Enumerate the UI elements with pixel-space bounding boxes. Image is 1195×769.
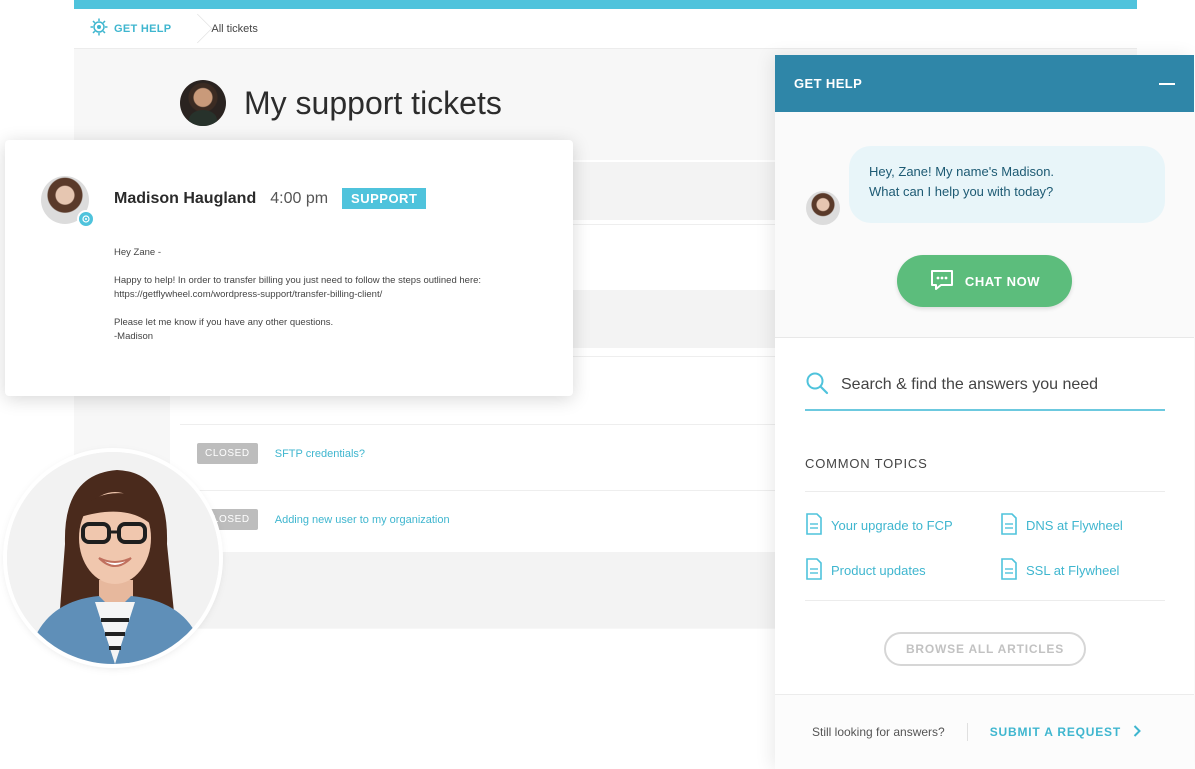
ticket-title-link[interactable]: SFTP credentials?	[275, 448, 365, 460]
document-icon	[1000, 512, 1018, 539]
breadcrumb: GET HELP All tickets	[74, 9, 1137, 49]
get-help-panel: GET HELP Hey, Zane! My name's Madison. W…	[775, 55, 1194, 769]
table-row[interactable]: CLOSED Adding new user to my organizatio…	[180, 490, 775, 548]
message-author: Madison Haugland	[114, 189, 257, 207]
flywheel-badge-icon	[77, 210, 95, 228]
submit-request-link[interactable]: SUBMIT A REQUEST	[989, 724, 1141, 740]
help-panel-header: GET HELP	[775, 55, 1194, 112]
search-bar[interactable]	[805, 361, 1165, 411]
document-icon	[1000, 557, 1018, 584]
message-line: Please let me know if you have any other…	[114, 317, 334, 328]
agent-photo	[7, 452, 219, 664]
page-header: My support tickets	[180, 80, 502, 126]
topic-link[interactable]: Product updates	[805, 557, 926, 584]
message-link[interactable]: https://getflywheel.com/wordpress-suppor…	[114, 289, 382, 300]
common-topics-title: COMMON TOPICS	[805, 456, 928, 471]
topic-link[interactable]: DNS at Flywheel	[1000, 512, 1123, 539]
document-icon	[805, 557, 823, 584]
top-accent-bar	[74, 0, 1137, 9]
support-badge: SUPPORT	[342, 188, 427, 209]
topic-label: Your upgrade to FCP	[831, 518, 953, 533]
divider	[805, 491, 1165, 492]
chat-greeting-bubble: Hey, Zane! My name's Madison. What can I…	[849, 146, 1165, 223]
topic-link[interactable]: SSL at Flywheel	[1000, 557, 1119, 584]
agent-avatar	[806, 191, 840, 225]
table-row[interactable]: CLOSED SFTP credentials?	[180, 424, 775, 482]
breadcrumb-get-help[interactable]: GET HELP	[74, 9, 185, 48]
chat-greeting-line: Hey, Zane! My name's Madison.	[869, 164, 1055, 179]
divider	[966, 723, 968, 741]
search-input[interactable]	[841, 376, 1161, 394]
topic-link[interactable]: Your upgrade to FCP	[805, 512, 953, 539]
message-greeting: Hey Zane -	[114, 247, 161, 258]
message-line: Happy to help! In order to transfer bill…	[114, 275, 482, 286]
chat-now-label: CHAT NOW	[964, 273, 1041, 289]
browse-all-articles-button[interactable]: BROWSE ALL ARTICLES	[884, 632, 1086, 666]
help-panel-footer: Still looking for answers? SUBMIT A REQU…	[775, 694, 1194, 769]
page-title: My support tickets	[244, 84, 502, 121]
message-body: Hey Zane - Happy to help! In order to tr…	[114, 246, 534, 358]
chevron-right-icon	[1133, 724, 1141, 740]
chat-greeting-line: What can I help you with today?	[869, 184, 1054, 199]
ticket-title-link[interactable]: Adding new user to my organization	[275, 514, 450, 526]
message-signoff: -Madison	[114, 331, 154, 342]
chat-bubble-icon	[929, 268, 955, 295]
topic-label: SSL at Flywheel	[1026, 563, 1120, 578]
divider	[805, 600, 1165, 601]
still-looking-text: Still looking for answers?	[812, 725, 945, 739]
document-icon	[805, 512, 823, 539]
help-wheel-icon	[90, 18, 108, 39]
submit-request-label: SUBMIT A REQUEST	[989, 725, 1121, 739]
breadcrumb-separator	[185, 9, 197, 49]
support-message-card: Madison Haugland 4:00 pm SUPPORT Hey Zan…	[5, 140, 573, 396]
minimize-icon[interactable]	[1159, 82, 1175, 85]
search-icon	[805, 371, 829, 400]
message-time: 4:00 pm	[270, 189, 329, 207]
chat-now-button[interactable]: CHAT NOW	[897, 255, 1072, 307]
table-row	[180, 552, 775, 628]
user-avatar[interactable]	[180, 80, 226, 126]
status-badge: CLOSED	[197, 443, 258, 464]
breadcrumb-get-help-label: GET HELP	[114, 22, 172, 35]
topic-label: DNS at Flywheel	[1026, 518, 1123, 533]
topic-label: Product updates	[831, 563, 926, 578]
help-panel-title: GET HELP	[794, 76, 863, 91]
chat-section: Hey, Zane! My name's Madison. What can I…	[775, 112, 1194, 338]
